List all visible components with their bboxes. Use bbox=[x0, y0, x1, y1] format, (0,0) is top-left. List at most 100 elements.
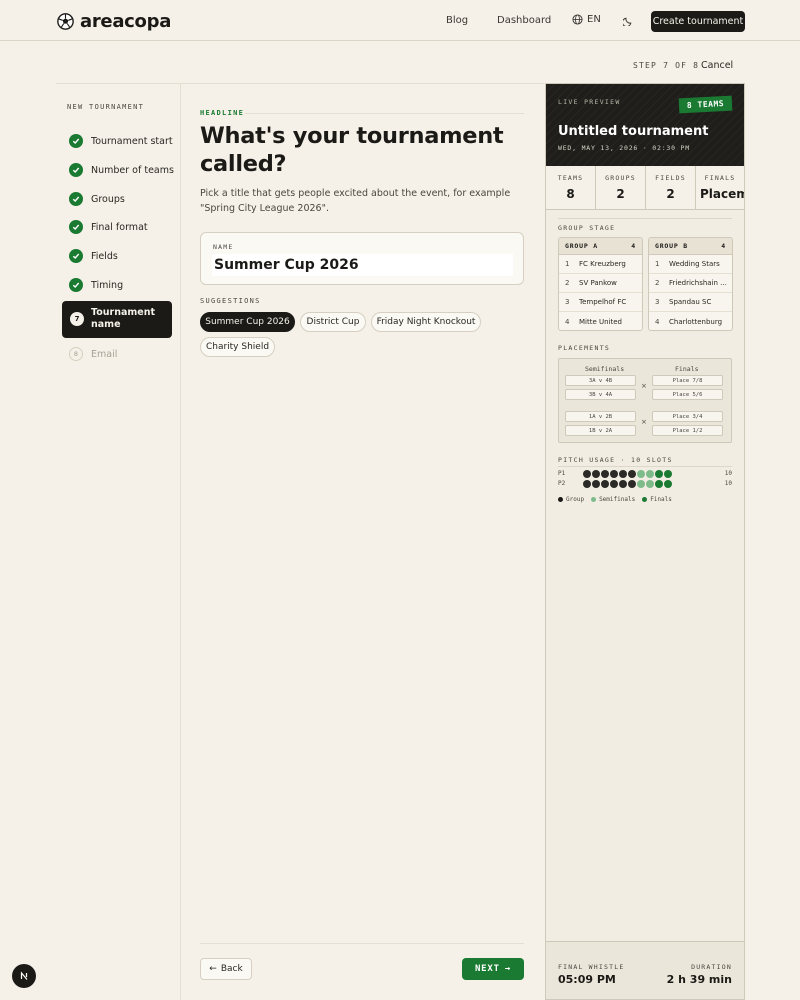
semifinal-match: 1B v 2A bbox=[565, 425, 636, 436]
team-name: Tempelhof FC bbox=[579, 298, 627, 306]
check-icon bbox=[69, 278, 83, 292]
suggestion-chip-district-cup[interactable]: District Cup bbox=[300, 312, 366, 332]
duration-value: 2 h 39 min bbox=[666, 973, 732, 986]
step-number: 8 bbox=[69, 347, 83, 361]
next-button[interactable]: NEXT → bbox=[462, 958, 524, 980]
versus-mark: × bbox=[641, 418, 647, 426]
nav-blog-link[interactable]: Blog bbox=[446, 15, 468, 26]
pitch-slot-semi bbox=[646, 470, 654, 478]
pitch-slots bbox=[583, 470, 672, 478]
pitch-slot-group bbox=[592, 470, 600, 478]
finals-head: Finals bbox=[675, 365, 699, 373]
arrow-left-icon: ← bbox=[209, 964, 217, 974]
arrow-right-icon: → bbox=[504, 964, 512, 974]
check-icon bbox=[69, 220, 83, 234]
pitch-label: P2 bbox=[558, 480, 566, 487]
cancel-link[interactable]: Cancel bbox=[701, 60, 733, 71]
sidebar-step-tournament-name[interactable]: 7 Tournament name bbox=[62, 301, 172, 338]
check-icon bbox=[69, 249, 83, 263]
pitch-slot-final bbox=[664, 480, 672, 488]
create-tournament-button[interactable]: Create tournament bbox=[651, 11, 745, 32]
name-field-label: NAME bbox=[213, 243, 234, 251]
team-name: Spandau SC bbox=[669, 298, 712, 306]
step-indicator: STEP 7 OF 8 bbox=[633, 61, 700, 70]
preview-title: Untitled tournament bbox=[558, 124, 709, 139]
preview-date: WED, MAY 13, 2026 · 02:30 PM bbox=[558, 144, 690, 152]
pitch-slot-group bbox=[619, 480, 627, 488]
nextjs-dev-icon[interactable] bbox=[12, 964, 36, 988]
divider bbox=[200, 943, 524, 944]
team-row: 1 FC Kreuzberg bbox=[559, 255, 642, 274]
final-whistle-label: FINAL WHISTLE bbox=[558, 963, 625, 971]
team-row: 3 Tempelhof FC bbox=[559, 293, 642, 312]
final-match: Place 7/8 bbox=[652, 375, 723, 386]
back-button-label: Back bbox=[220, 964, 243, 974]
sidebar-step-label: Number of teams bbox=[91, 164, 174, 176]
sidebar-step-tournament-start[interactable]: Tournament start bbox=[69, 134, 173, 148]
step-number: 7 bbox=[70, 312, 84, 326]
language-switcher[interactable]: EN bbox=[572, 14, 601, 25]
preview-header: LIVE PREVIEW 8 TEAMS Untitled tournament… bbox=[546, 84, 744, 166]
sidebar-step-label: Tournament start bbox=[91, 135, 173, 147]
final-match: Place 3/4 bbox=[652, 411, 723, 422]
language-label: EN bbox=[587, 14, 601, 25]
team-name: Charlottenburg bbox=[669, 317, 723, 326]
sidebar-step-final-format[interactable]: Final format bbox=[69, 220, 148, 234]
team-row: 3 Spandau SC bbox=[649, 293, 732, 312]
stat-groups: GROUPS 2 bbox=[596, 166, 646, 210]
legend-label: Group bbox=[566, 496, 585, 503]
live-preview-panel: LIVE PREVIEW 8 TEAMS Untitled tournament… bbox=[545, 83, 745, 1000]
team-name: Wedding Stars bbox=[669, 260, 720, 268]
check-icon bbox=[69, 192, 83, 206]
team-row: 2 Friedrichshain ... bbox=[649, 274, 732, 293]
divider bbox=[558, 466, 732, 467]
sidebar-step-fields[interactable]: Fields bbox=[69, 249, 118, 263]
sidebar-step-number-of-teams[interactable]: Number of teams bbox=[69, 163, 174, 177]
pitch-slot-final bbox=[664, 470, 672, 478]
group-card-a: GROUP A 4 1 FC Kreuzberg 2 SV Pankow 3 Temp… bbox=[558, 237, 643, 331]
group-card-b: GROUP B 4 1 Wedding Stars 2 Friedrichshain… bbox=[648, 237, 733, 331]
brand-logo[interactable]: areacopa bbox=[57, 11, 171, 32]
nav-dashboard-link[interactable]: Dashboard bbox=[497, 15, 551, 26]
pitch-slot-final bbox=[655, 480, 663, 488]
suggestion-chip-friday-night-knockout[interactable]: Friday Night Knockout bbox=[371, 312, 481, 332]
sidebar-step-groups[interactable]: Groups bbox=[69, 192, 125, 206]
pitch-slot-group bbox=[610, 470, 618, 478]
group-count: 4 bbox=[721, 242, 726, 250]
top-nav: areacopa Blog Dashboard EN Create tourna… bbox=[0, 0, 800, 41]
sidebar-step-email: 8 Email bbox=[69, 347, 117, 361]
page-title: What's your tournament called? bbox=[200, 123, 504, 177]
divider bbox=[56, 83, 544, 84]
pitch-slots bbox=[583, 480, 672, 488]
pitch-slot-semi bbox=[646, 480, 654, 488]
sidebar-step-label: Groups bbox=[91, 193, 125, 205]
team-row: 4 Charlottenburg bbox=[655, 317, 723, 326]
stat-value: 2 bbox=[616, 187, 625, 201]
stat-label: GROUPS bbox=[605, 174, 636, 182]
duration-label: DURATION bbox=[691, 963, 732, 971]
divider bbox=[558, 218, 732, 219]
sidebar-divider bbox=[180, 84, 181, 1000]
suggestion-chip-summer-cup[interactable]: Summer Cup 2026 bbox=[200, 312, 295, 332]
page-description: Pick a title that gets people excited ab… bbox=[200, 188, 511, 214]
suggestions-title: SUGGESTIONS bbox=[200, 297, 261, 305]
teams-badge: 8 TEAMS bbox=[678, 95, 733, 114]
pitch-row-p2: P2 10 bbox=[558, 480, 732, 489]
divider bbox=[245, 113, 524, 114]
sidebar-step-timing[interactable]: Timing bbox=[69, 278, 123, 292]
suggestion-chip-charity-shield[interactable]: Charity Shield bbox=[200, 337, 275, 357]
pitch-usage-title: PITCH USAGE · 10 SLOTS bbox=[558, 456, 673, 464]
team-name: Friedrichshain ... bbox=[669, 279, 727, 287]
sidebar-step-label: Fields bbox=[91, 250, 118, 262]
tournament-name-input[interactable] bbox=[212, 254, 513, 276]
moon-icon[interactable] bbox=[623, 15, 634, 26]
back-button[interactable]: ← Back bbox=[200, 958, 252, 980]
pitch-slot-group bbox=[628, 480, 636, 488]
semifinal-match: 1A v 2B bbox=[565, 411, 636, 422]
stat-value: 2 bbox=[666, 187, 675, 201]
stat-value: 8 bbox=[566, 187, 575, 201]
name-field: NAME bbox=[200, 232, 524, 285]
pitch-slot-semi bbox=[637, 480, 645, 488]
sidebar-step-label: Timing bbox=[91, 279, 124, 291]
team-name: SV Pankow bbox=[579, 279, 617, 287]
